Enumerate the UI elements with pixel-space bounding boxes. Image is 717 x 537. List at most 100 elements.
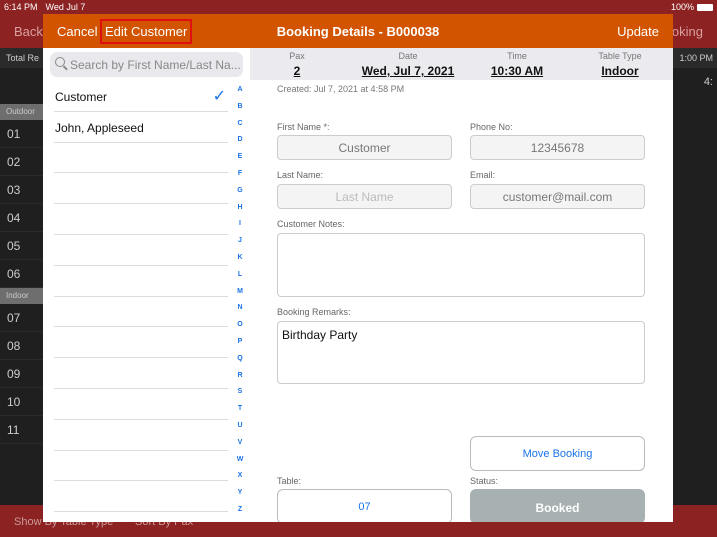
phone-field[interactable]: 12345678 [470,135,645,160]
pax-value[interactable]: 2 [237,64,357,78]
list-item [54,297,228,328]
index-letter[interactable]: Z [235,506,245,522]
section-indoor: Indoor [0,288,43,304]
list-item [54,451,228,482]
index-letter[interactable]: J [235,237,245,254]
booking-details-modal: Cancel Edit Customer Booking Details - B… [43,14,673,522]
status-button[interactable]: Booked [470,489,645,522]
list-item [54,235,228,266]
index-letter[interactable]: I [235,220,245,237]
background-table-list: Outdoor 01 02 03 04 05 06 Indoor 07 08 0… [0,68,43,444]
first-name-field[interactable]: Customer [277,135,452,160]
table-button[interactable]: 07 [277,489,452,522]
table-row[interactable]: 09 [0,360,43,388]
table-row[interactable]: 04 [0,204,43,232]
index-letter[interactable]: E [235,153,245,170]
status-time: 6:14 PM [4,2,38,12]
list-item [54,481,228,513]
time-label: Time [507,51,527,61]
phone-label: Phone No: [470,122,513,132]
index-letter[interactable]: N [235,304,245,321]
index-letter[interactable]: B [235,103,245,120]
index-letter[interactable]: X [235,472,245,489]
table-row[interactable]: 07 [0,304,43,332]
table-row[interactable]: 01 [0,120,43,148]
update-button[interactable]: Update [617,24,659,39]
search-placeholder: Search by First Name/Last Na... [70,58,241,72]
index-letter[interactable]: T [235,405,245,422]
index-letter[interactable]: G [235,187,245,204]
background-partial-time: 4: [703,76,713,88]
email-field[interactable]: customer@mail.com [470,184,645,209]
index-letter[interactable]: Q [235,355,245,372]
table-row[interactable]: 10 [0,388,43,416]
list-item[interactable]: Customer ✓ [54,81,228,112]
booking-form: Pax 2 Date Wed, Jul 7, 2021 Time 10:30 AM T… [250,48,673,522]
move-booking-button[interactable]: Move Booking [470,436,645,471]
customer-name: Customer [55,90,108,104]
table-row[interactable]: 03 [0,176,43,204]
list-item [54,266,228,297]
search-input[interactable]: Search by First Name/Last Na... [50,52,243,77]
time-value[interactable]: 10:30 AM [457,64,577,78]
list-item [54,420,228,451]
index-letter[interactable]: S [235,388,245,405]
customer-panel: Search by First Name/Last Na... Customer… [43,48,250,522]
table-row[interactable]: 08 [0,332,43,360]
index-letter[interactable]: A [235,86,245,103]
battery-indicator: 100% [671,2,713,12]
customer-name: John, Appleseed [55,120,144,135]
back-button[interactable]: Back [14,24,43,39]
battery-icon [697,3,713,11]
booking-remarks-field[interactable]: Birthday Party [277,321,645,384]
last-name-field[interactable]: Last Name [277,184,452,209]
index-letter[interactable]: L [235,271,245,288]
list-item [54,173,228,205]
index-letter[interactable]: K [235,254,245,271]
table-row[interactable]: 02 [0,148,43,176]
list-item [54,358,228,389]
index-letter[interactable]: V [235,439,245,456]
section-outdoor: Outdoor [0,104,43,120]
index-letter[interactable]: H [235,204,245,221]
index-letter[interactable]: F [235,170,245,187]
list-item [54,143,228,174]
status-label: Status: [470,476,499,486]
list-item[interactable]: John, Appleseed [54,112,228,143]
index-letter[interactable]: W [235,456,245,473]
total-label: Total Re [6,53,40,63]
checkmark-icon: ✓ [212,88,226,105]
modal-header: Cancel Edit Customer Booking Details - B… [43,14,673,48]
date-value[interactable]: Wed, Jul 7, 2021 [348,64,468,78]
last-name-label: Last Name: [277,170,324,180]
table-row[interactable]: 06 [0,260,43,288]
table-row[interactable]: 11 [0,416,43,444]
customer-notes-field[interactable] [277,233,645,297]
index-letter[interactable]: Y [235,489,245,506]
status-date: Wed Jul 7 [45,2,86,12]
table-type-value[interactable]: Indoor [560,64,673,78]
search-icon [55,57,65,67]
index-letter[interactable]: P [235,338,245,355]
index-letter[interactable]: U [235,422,245,439]
alphabet-index[interactable]: ABCDEFGHIJKLMNOPQRSTUVWXYZ [235,86,245,522]
list-item [54,327,228,359]
table-row[interactable]: 05 [0,232,43,260]
index-letter[interactable]: C [235,120,245,137]
customer-list: Customer ✓ John, Appleseed [54,81,228,513]
pax-label: Pax [289,51,305,61]
battery-level: 100% [670,2,694,12]
list-item [54,204,228,235]
customer-notes-label: Customer Notes: [277,219,345,229]
status-bar: 6:14 PM Wed Jul 7 100% [0,0,717,14]
table-label: Table: [277,476,302,486]
list-item [54,389,228,420]
index-letter[interactable]: M [235,288,245,305]
index-letter[interactable]: D [235,136,245,153]
email-label: Email: [470,170,496,180]
modal-title: Booking Details - B000038 [276,24,440,39]
index-letter[interactable]: R [235,372,245,389]
table-type-label: Table Type [598,51,642,61]
booking-info-bar: Pax 2 Date Wed, Jul 7, 2021 Time 10:30 AM T… [250,48,673,80]
index-letter[interactable]: O [235,321,245,338]
